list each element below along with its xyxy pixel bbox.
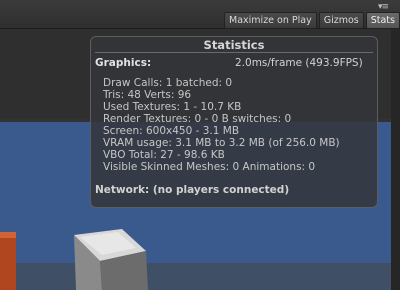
toolbar-buttons: Maximize on Play Gizmos Stats [222, 12, 400, 29]
menu-icon[interactable]: ▾≡ [378, 2, 389, 12]
game-view-toolbar: ▾≡ Maximize on Play Gizmos Stats [0, 0, 400, 29]
vbo-total-stat: VBO Total: 27 - 98.6 KB [103, 149, 225, 161]
render-textures-stat: Render Textures: 0 - 0 B switches: 0 [103, 113, 292, 125]
graphics-value: 2.0ms/frame (493.9FPS) [235, 57, 363, 69]
skinned-meshes-stat: Visible Skinned Meshes: 0 Animations: 0 [103, 161, 316, 173]
gizmos-button[interactable]: Gizmos [318, 12, 364, 29]
vram-usage-stat: VRAM usage: 3.1 MB to 3.2 MB (of 256.0 M… [103, 137, 340, 149]
stats-button[interactable]: Stats [365, 12, 400, 29]
grey-cube [74, 229, 148, 290]
statistics-panel: Statistics Graphics: 2.0ms/frame (493.9F… [90, 36, 378, 208]
screen-stat: Screen: 600x450 - 3.1 MB [103, 125, 240, 137]
ground-plane [0, 263, 392, 290]
graphics-label: Graphics: [95, 57, 152, 69]
tris-verts-stat: Tris: 48 Verts: 96 [103, 89, 192, 101]
statistics-title: Statistics [203, 38, 265, 52]
used-textures-stat: Used Textures: 1 - 10.7 KB [103, 101, 242, 113]
maximize-on-play-button[interactable]: Maximize on Play [224, 12, 317, 29]
red-cube-top [0, 232, 16, 238]
divider [95, 52, 373, 53]
draw-calls-stat: Draw Calls: 1 batched: 0 [103, 77, 233, 89]
network-status: Network: (no players connected) [95, 184, 290, 196]
viewport-edge [391, 29, 400, 290]
red-cube [0, 232, 16, 290]
